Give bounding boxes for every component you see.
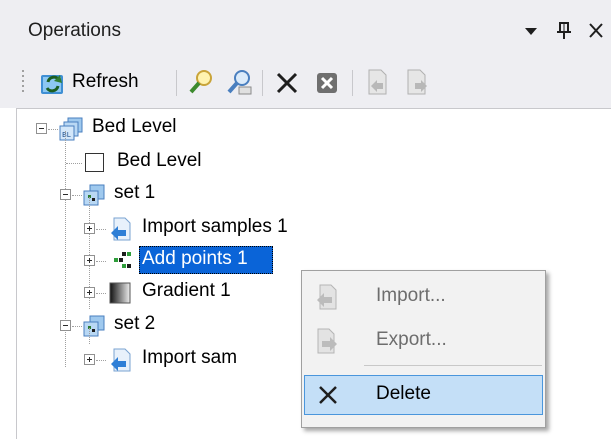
panel-title-bar: Operations	[0, 0, 611, 58]
import-icon	[317, 284, 337, 310]
context-menu-import[interactable]: Import...	[304, 277, 543, 317]
context-menu: Import... Export... Delete	[301, 270, 546, 428]
toolbar-grip[interactable]	[22, 68, 26, 96]
operations-panel: Operations Refresh BL Bed Level Bed Leve…	[0, 0, 611, 439]
expand-icon[interactable]	[84, 255, 95, 266]
collapse-icon[interactable]	[36, 123, 47, 134]
gradient-icon	[109, 282, 131, 304]
delete-all-button[interactable]	[312, 66, 342, 98]
checkbox-icon[interactable]	[85, 153, 104, 172]
context-menu-label: Export...	[376, 329, 447, 350]
toolbar-import-button[interactable]	[362, 66, 392, 98]
context-menu-delete[interactable]: Delete	[304, 375, 543, 415]
pin-icon	[557, 22, 571, 39]
add-points-icon	[114, 252, 131, 268]
toolbar-separator	[262, 70, 263, 96]
context-menu-label: Delete	[376, 383, 431, 404]
find-icon	[189, 70, 212, 94]
delete-x-icon	[276, 72, 298, 94]
tree-node-label: Gradient 1	[142, 280, 231, 301]
context-menu-export[interactable]: Export...	[304, 321, 543, 361]
layer-stack-icon: BL	[59, 117, 83, 141]
close-icon	[589, 23, 603, 38]
set-icon	[83, 315, 105, 337]
export-icon	[407, 69, 427, 95]
operations-toolbar: Refresh	[0, 58, 611, 108]
panel-dropdown-button[interactable]	[520, 18, 542, 42]
tree-node-import-samples-2[interactable]: Import sam	[84, 344, 304, 374]
delete-box-icon	[317, 73, 337, 93]
delete-x-icon	[319, 386, 337, 404]
panel-title: Operations	[28, 20, 121, 41]
tree-node-root[interactable]: BL Bed Level	[36, 113, 286, 143]
find-next-icon	[227, 70, 252, 95]
find-button[interactable]	[186, 66, 216, 98]
svg-text:BL: BL	[62, 131, 71, 139]
tree-node-label: Bed Level	[117, 150, 202, 171]
tree-node-label: set 2	[114, 313, 156, 334]
find-next-button[interactable]	[224, 66, 254, 98]
tree-node-set-2[interactable]: set 2	[60, 310, 260, 340]
import-samples-icon	[111, 348, 131, 372]
export-icon	[317, 328, 337, 354]
expand-icon[interactable]	[84, 287, 95, 298]
panel-close-button[interactable]	[585, 18, 607, 42]
tree-node-label: Bed Level	[92, 116, 177, 137]
tree-node-set-1[interactable]: set 1	[60, 179, 260, 209]
expand-icon[interactable]	[84, 223, 95, 234]
refresh-button[interactable]: Refresh	[38, 66, 172, 98]
chevron-down-icon	[525, 28, 537, 35]
set-icon	[83, 184, 105, 206]
collapse-icon[interactable]	[60, 320, 71, 331]
toolbar-export-button[interactable]	[402, 66, 432, 98]
delete-button[interactable]	[272, 66, 302, 98]
tree-node-label: Import sam	[142, 347, 238, 368]
refresh-label: Refresh	[72, 71, 139, 92]
context-menu-label: Import...	[376, 285, 446, 306]
tree-node-label: Import samples 1	[142, 216, 288, 237]
import-samples-icon	[111, 217, 131, 241]
tree-node-gradient-1[interactable]: Gradient 1	[84, 277, 304, 307]
panel-pin-button[interactable]	[553, 18, 575, 42]
import-icon	[368, 69, 387, 95]
toolbar-separator	[352, 70, 353, 96]
collapse-icon[interactable]	[60, 189, 71, 200]
toolbar-separator	[176, 70, 177, 96]
tree-node-label: set 1	[114, 182, 156, 203]
tree-node-bed-level[interactable]: Bed Level	[66, 147, 266, 177]
tree-node-import-samples-1[interactable]: Import samples 1	[84, 213, 344, 243]
expand-icon[interactable]	[84, 354, 95, 365]
tree-node-label: Add points 1	[142, 248, 248, 269]
refresh-icon	[41, 75, 63, 94]
context-menu-separator	[364, 365, 542, 366]
